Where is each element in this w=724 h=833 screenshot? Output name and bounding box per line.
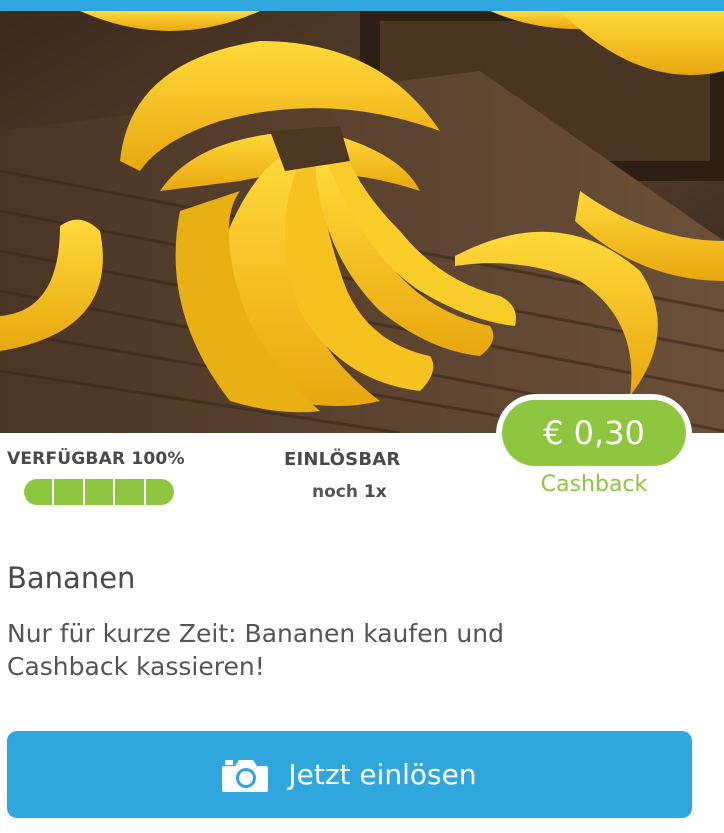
product-title: Bananen (7, 561, 136, 595)
cashback-amount-badge: € 0,30 (502, 400, 686, 466)
top-bar (0, 0, 724, 11)
redeem-button-label: Jetzt einlösen (288, 758, 477, 791)
availability-percent: 100% (131, 449, 185, 469)
redeemable-label: EINLÖSBAR (284, 449, 401, 470)
product-description: Nur für kurze Zeit: Bananen kaufen und C… (7, 619, 504, 681)
redeemable-count: noch 1x (312, 482, 387, 502)
redeem-button[interactable]: Jetzt einlösen (7, 731, 692, 818)
progress-segment (54, 479, 85, 505)
progress-segment (115, 479, 146, 505)
availability-progress-bar (24, 479, 174, 505)
availability-label: VERFÜGBAR 100% (7, 449, 185, 469)
cashback-label: Cashback (540, 472, 648, 497)
progress-segment (146, 479, 174, 505)
product-image (0, 11, 724, 433)
cashback-amount: € 0,30 (543, 414, 645, 452)
redeemable-prefix: noch (312, 482, 358, 502)
camera-icon (222, 757, 269, 793)
progress-segment (24, 479, 55, 505)
availability-label-text: VERFÜGBAR (7, 449, 126, 469)
redeemable-count-value: 1x (363, 482, 387, 502)
progress-segment (85, 479, 116, 505)
